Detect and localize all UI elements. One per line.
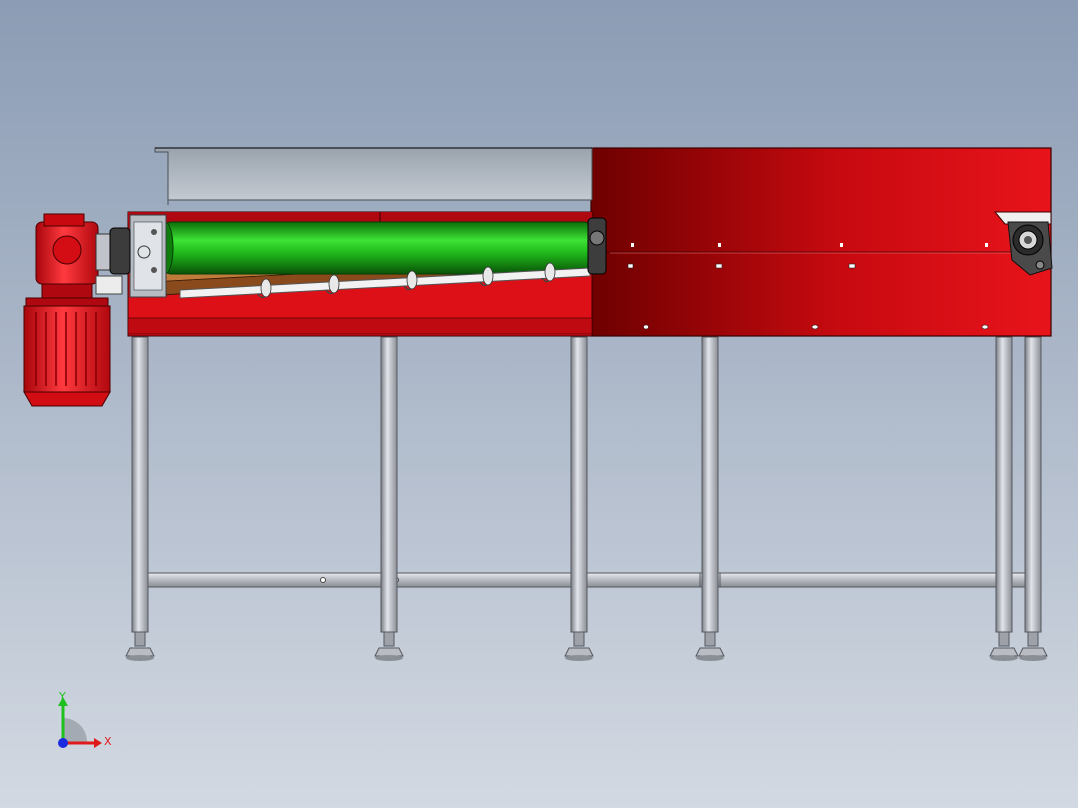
triad-y-label: Y (58, 690, 66, 703)
feed-hopper[interactable] (154, 147, 593, 205)
triad-x-label: X (104, 735, 112, 748)
bearing-icon (587, 217, 607, 275)
drum-roller[interactable] (156, 221, 591, 275)
left-end-plate (129, 214, 167, 298)
viewport-background (0, 0, 1078, 808)
right-housing[interactable] (590, 147, 1053, 337)
brace-bolt (320, 577, 326, 583)
cad-viewport[interactable]: Y X (0, 0, 1078, 808)
